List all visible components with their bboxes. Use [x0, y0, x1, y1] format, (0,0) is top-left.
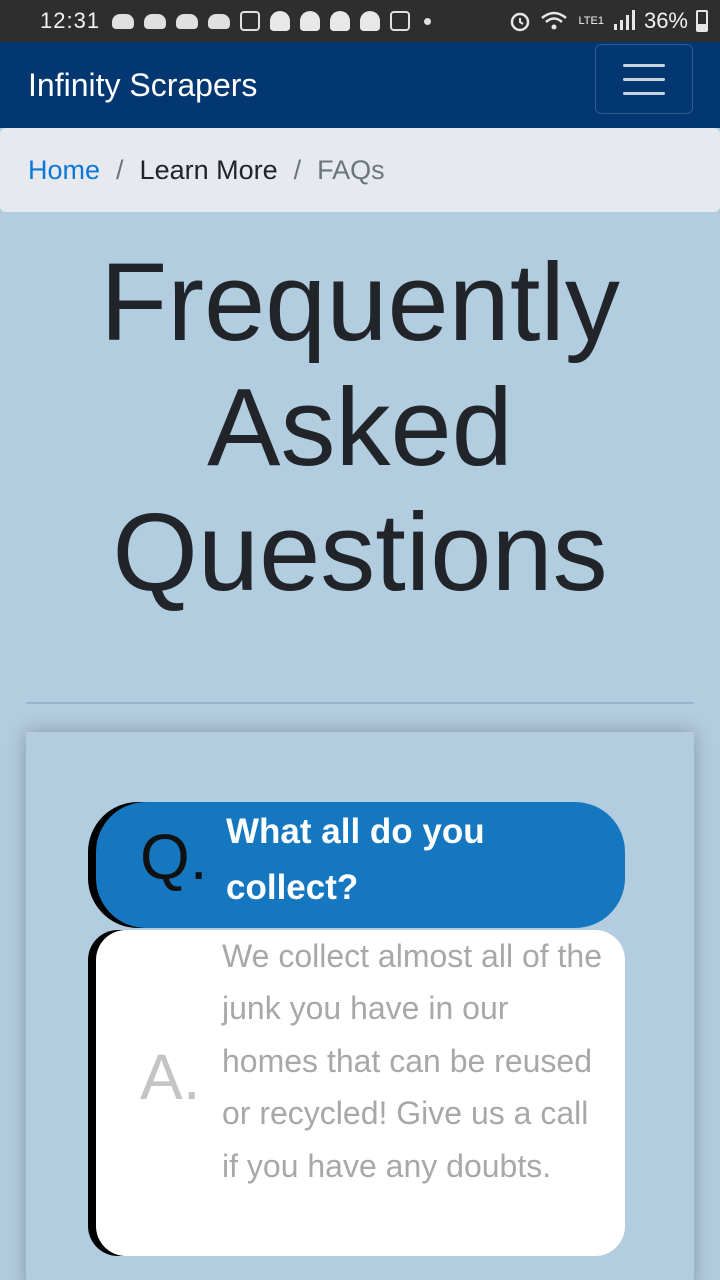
discord-icon	[144, 13, 167, 29]
breadcrumb: Home / Learn More / FAQs	[0, 128, 720, 212]
question-label: Q.	[140, 821, 208, 893]
faq-card: Q. What all do you collect? A. We collec…	[26, 732, 694, 1280]
discord-icon	[176, 13, 199, 29]
title-line: Asked	[207, 366, 513, 489]
breadcrumb-separator: /	[293, 154, 302, 185]
answer-text: We collect almost all of the junk you ha…	[222, 938, 603, 1184]
hamburger-line	[623, 77, 665, 81]
snapchat-icon	[300, 11, 321, 31]
breadcrumb-separator: /	[116, 154, 124, 185]
hamburger-line	[623, 91, 665, 95]
status-right: LTE1 36%	[508, 8, 708, 34]
brand-link[interactable]: Infinity Scrapers	[28, 67, 257, 104]
more-notifications-dot-icon	[424, 17, 432, 25]
menu-toggle-button[interactable]	[595, 44, 693, 114]
discord-icon	[208, 13, 231, 29]
discord-icon	[112, 13, 135, 29]
notification-icons	[112, 11, 411, 31]
app-grid-icon	[390, 11, 411, 31]
wifi-icon	[541, 11, 568, 30]
status-time: 12:31	[40, 8, 101, 33]
breadcrumb-home[interactable]: Home	[28, 155, 100, 186]
status-bar: 12:31 LTE1 36%	[0, 0, 720, 42]
hamburger-menu-icon	[623, 63, 665, 67]
snapchat-icon	[330, 11, 351, 31]
battery-percent: 36%	[643, 8, 688, 33]
title-line: Questions	[112, 491, 608, 614]
breadcrumb-learn-more[interactable]: Learn More	[140, 155, 278, 186]
signal-icon	[613, 10, 635, 30]
battery-icon	[696, 10, 708, 32]
faq-answer: A. We collect almost all of the junk you…	[96, 930, 625, 1256]
answer-label: A.	[140, 1041, 201, 1113]
snapchat-icon	[270, 11, 291, 31]
alarm-icon	[511, 12, 530, 32]
section-divider	[26, 702, 694, 704]
breadcrumb-current: FAQs	[317, 154, 385, 185]
network-type: LTE1	[578, 14, 604, 27]
faq-question[interactable]: Q. What all do you collect?	[96, 802, 625, 928]
page-title: Frequently Asked Questions	[0, 240, 720, 615]
app-grid-icon	[240, 11, 261, 31]
navbar: Infinity Scrapers	[0, 42, 720, 128]
title-line: Frequently	[100, 241, 620, 364]
question-text: What all do you collect?	[226, 812, 485, 907]
snapchat-icon	[360, 11, 381, 31]
